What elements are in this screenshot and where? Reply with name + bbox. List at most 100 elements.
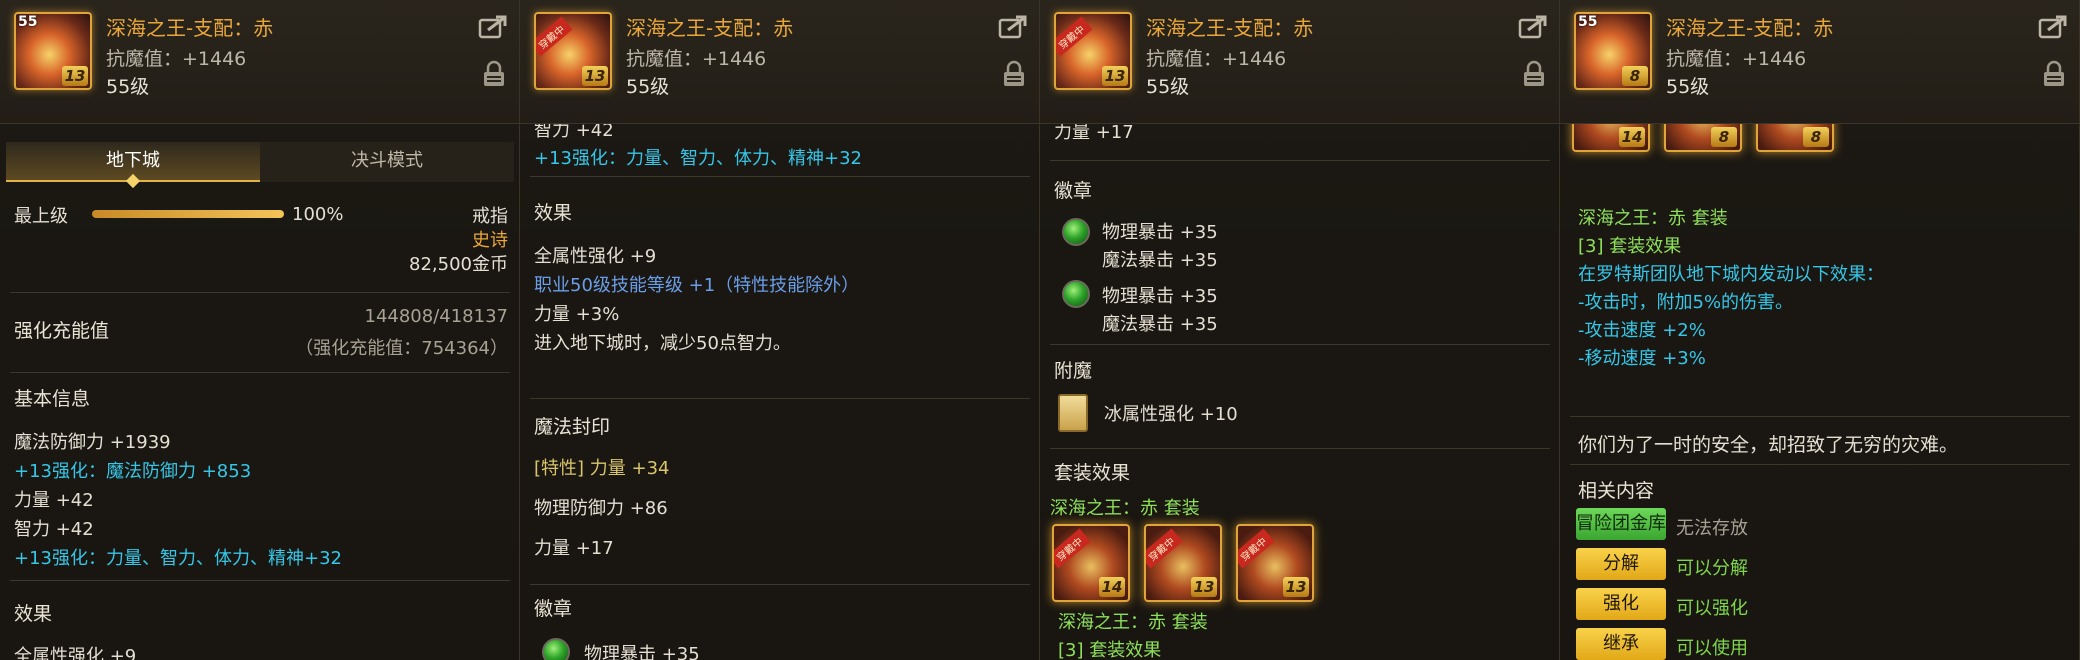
share-icon[interactable] [1518,14,1548,40]
enhance-badge: 14 [1619,127,1645,147]
lock-icon[interactable] [482,60,506,88]
green-orb-icon [542,638,570,660]
divider [10,372,510,373]
equipped-ribbon: 穿戴中 [1238,528,1275,569]
item-level: 55级 [1146,76,1190,98]
disassemble-button[interactable]: 分解 [1576,548,1666,580]
item-icon[interactable]: 55 8 [1574,12,1652,90]
vault-status: 无法存放 [1676,518,1748,539]
divider [10,580,510,581]
item-name: 深海之王-支配：赤 [1666,16,1834,40]
grade-percent: 100% [292,204,344,225]
share-icon[interactable] [2038,14,2068,40]
green-orb-icon [1062,280,1090,308]
item-tooltip-panel-3: 穿戴中 13 深海之王-支配：赤 抗魔值：+1446 55级 力量 +17 徽章… [1040,0,1560,660]
set-bonus-line: -攻击时，附加5%的伤害。 [1578,292,1794,313]
item-tooltip-panel-1: 55 13 深海之王-支配：赤 抗魔值：+1446 55级 地下城 决斗模式 最… [0,0,520,660]
lock-icon[interactable] [2042,60,2066,88]
item-level: 55级 [106,76,150,98]
lock-icon[interactable] [1002,60,1026,88]
flavor-text: 你们为了一时的安全，却招致了无穷的灾难。 [1578,434,1959,456]
mode-tabs: 地下城 决斗模式 [6,142,514,189]
item-level: 55级 [626,76,670,98]
enhance-badge: 14 [1099,577,1125,597]
lock-icon[interactable] [1522,60,1546,88]
item-main-stat: 抗魔值：+1446 [1666,48,1807,70]
emblem-line: 物理暴击 +35 [1102,222,1218,243]
charge-label: 强化充能值 [14,320,110,342]
enhance-badge: 13 [62,66,88,86]
equipped-ribbon: 穿戴中 [1054,528,1091,569]
stat-line: 力量 +42 [14,490,94,511]
set-bonus-title: [3] 套装效果 [1058,640,1162,660]
equipped-ribbon: 穿戴中 [536,16,573,57]
charge-note: （强化充能值：754364） [295,338,508,359]
set-piece-icon[interactable]: 穿戴中 14 [1052,524,1130,602]
related-title: 相关内容 [1578,480,1655,502]
item-header: 55 8 深海之王-支配：赤 抗魔值：+1446 55级 [1560,0,2079,124]
basic-info-title: 基本信息 [14,388,91,410]
item-icon[interactable]: 55 13 [14,12,92,90]
enhance-badge: 8 [1711,127,1737,147]
share-icon[interactable] [998,14,1028,40]
effect-line: 进入地下城时，减少50点智力。 [534,333,791,354]
effect-title: 效果 [14,603,53,625]
item-name: 深海之王-支配：赤 [1146,16,1314,40]
set-bonus-title: [3] 套装效果 [1578,236,1682,257]
enhance-badge: 13 [1191,577,1217,597]
tab-pvp[interactable]: 决斗模式 [260,142,514,182]
inherit-status: 可以使用 [1676,638,1748,659]
set-bonus-line: -移动速度 +3% [1578,348,1706,369]
enhance-badge: 13 [1283,577,1309,597]
charge-value: 144808/418137 [364,306,509,327]
set-piece-icon[interactable]: 穿戴中 13 [1144,524,1222,602]
divider [530,398,1030,399]
stat-line: 智力 +42 [14,519,94,540]
grade-bar-fill [92,210,284,218]
effect-title: 效果 [534,202,573,224]
enhance-badge: 8 [1622,66,1648,86]
enchant-title: 附魔 [1054,360,1093,382]
set-name: 深海之王：赤 套装 [1578,208,1728,229]
stat-line: +13强化：魔法防御力 +853 [14,461,252,482]
green-orb-icon [1062,218,1090,246]
item-name: 深海之王-支配：赤 [106,16,274,40]
item-main-stat: 抗魔值：+1446 [626,48,767,70]
adventure-vault-button[interactable]: 冒险团金库 [1576,508,1666,540]
divider [10,292,510,293]
item-details: 智力 +42 +13强化：力量、智力、体力、精神+32 效果 全属性强化 +9 … [520,120,1039,660]
share-icon[interactable] [478,14,508,40]
stat-line: +13强化：力量、智力、体力、精神+32 [534,148,862,169]
emblem-line: 物理暴击 +35 [1102,286,1218,307]
emblem-title: 徽章 [1054,180,1093,202]
slot-type: 戒指 [472,206,508,227]
equipped-ribbon: 穿戴中 [1056,16,1093,57]
price: 82,500金币 [409,254,508,275]
disassemble-status: 可以分解 [1676,558,1748,579]
stat-line: 魔法防御力 +1939 [14,432,171,453]
item-icon[interactable]: 穿戴中 13 [1054,12,1132,90]
item-level: 55级 [1666,76,1710,98]
set-piece-icon[interactable]: 穿戴中 13 [1236,524,1314,602]
item-details: 穿戴中 14 穿戴中 8 穿戴中 8 深海之王：赤 套装 [3] 套装效果 在罗… [1560,74,2079,660]
equipped-ribbon: 穿戴中 [1146,528,1183,569]
inherit-button[interactable]: 继承 [1576,628,1666,660]
item-header: 穿戴中 13 深海之王-支配：赤 抗魔值：+1446 55级 [1040,0,1559,124]
emblem-line: 魔法暴击 +35 [1102,314,1218,335]
item-level-tag: 55 [1578,14,1598,30]
effect-line: 职业50级技能等级 +1（特性技能除外） [534,275,860,296]
divider [1050,160,1550,161]
grade-bar [92,210,284,218]
item-header: 55 13 深海之王-支配：赤 抗魔值：+1446 55级 [0,0,519,124]
enhance-button[interactable]: 强化 [1576,588,1666,620]
seal-title: 魔法封印 [534,416,611,438]
seal-line: [特性] 力量 +34 [534,458,670,479]
enhance-badge: 8 [1803,127,1829,147]
set-name: 深海之王：赤 套装 [1058,612,1208,633]
effect-line: 全属性强化 +9 [534,246,657,267]
item-details: 力量 +17 徽章 物理暴击 +35 魔法暴击 +35 物理暴击 +35 魔法暴… [1040,122,1559,660]
item-main-stat: 抗魔值：+1446 [1146,48,1287,70]
item-icon[interactable]: 穿戴中 13 [534,12,612,90]
emblem-title: 徽章 [534,598,573,620]
enhance-badge: 13 [582,66,608,86]
